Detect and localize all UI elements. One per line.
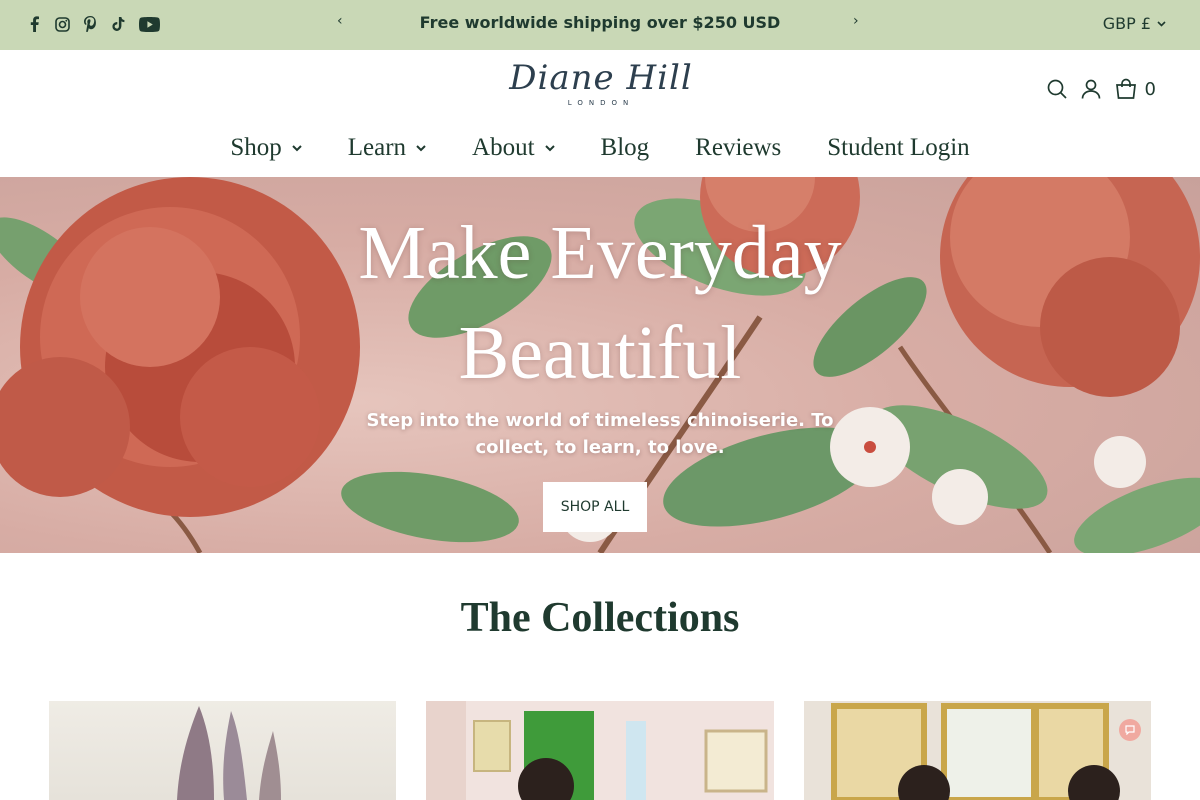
announcement-text: Free worldwide shipping over $250 USD (419, 13, 781, 32)
tiktok-icon[interactable] (110, 14, 126, 34)
facebook-icon[interactable] (26, 14, 42, 34)
announcement-next-button[interactable]: › (853, 13, 859, 29)
announcement-prev-button[interactable]: ‹ (337, 13, 343, 29)
search-icon[interactable] (1047, 79, 1067, 99)
nav-label: Shop (230, 134, 282, 161)
collection-card[interactable] (426, 701, 774, 800)
nav-item-shop[interactable]: Shop (230, 134, 302, 162)
nav-label: Student Login (827, 134, 970, 161)
main-nav: Shop Learn About Blog Reviews Student Lo… (0, 134, 1200, 162)
header-icons: 0 (1047, 78, 1156, 100)
nav-label: Learn (347, 134, 407, 161)
chevron-down-icon (544, 144, 555, 151)
chat-icon[interactable] (1119, 719, 1141, 741)
hero-banner: Make Everyday Beautiful Step into the wo… (0, 177, 1200, 553)
shop-all-button[interactable]: SHOP ALL (543, 482, 647, 532)
nav-item-reviews[interactable]: Reviews (695, 134, 781, 162)
announcement-bar: ‹ Free worldwide shipping over $250 USD … (0, 0, 1200, 50)
collection-card-image (177, 706, 281, 800)
hero-title-line1: Make Everyday (358, 211, 842, 295)
chevron-down-icon (292, 144, 302, 151)
currency-selector[interactable]: GBP £ (1103, 14, 1166, 33)
nav-item-student-login[interactable]: Student Login (827, 134, 969, 162)
youtube-icon[interactable] (138, 14, 160, 34)
instagram-icon[interactable] (54, 14, 70, 34)
logo[interactable]: Diane Hill LONDON (503, 58, 699, 112)
logo-script: Diane Hill (509, 58, 693, 98)
hero-title-line2: Beautiful (458, 311, 742, 395)
hero-title: Make Everyday Beautiful (0, 203, 1200, 403)
nav-label: Blog (600, 134, 650, 161)
collection-card[interactable] (49, 701, 396, 800)
cart-count[interactable]: 0 (1145, 79, 1156, 100)
social-links (26, 14, 160, 34)
pinterest-icon[interactable] (82, 14, 98, 34)
cart-icon[interactable] (1115, 78, 1137, 100)
collection-card-image (831, 703, 1120, 800)
nav-item-learn[interactable]: Learn (348, 134, 426, 162)
account-icon[interactable] (1081, 79, 1101, 99)
nav-label: Reviews (695, 134, 782, 161)
collection-card[interactable] (804, 701, 1151, 800)
chevron-down-icon (1157, 20, 1166, 27)
collections-title: The Collections (460, 595, 740, 641)
currency-label: GBP £ (1102, 14, 1151, 33)
nav-label: About (472, 134, 535, 161)
logo-sub: LONDON (567, 99, 635, 107)
nav-item-blog[interactable]: Blog (601, 134, 650, 162)
nav-item-about[interactable]: About (472, 134, 555, 162)
collection-card-image (426, 701, 768, 800)
hero-subtitle: Step into the world of timeless chinoise… (366, 410, 834, 458)
chevron-down-icon (416, 144, 426, 151)
